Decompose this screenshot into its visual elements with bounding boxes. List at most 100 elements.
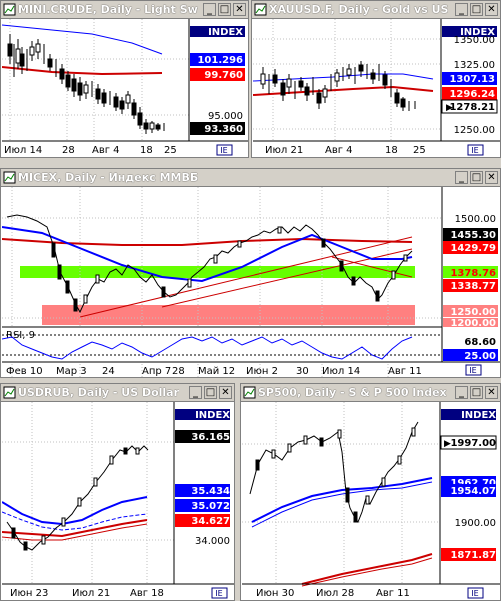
date-label: 18	[140, 145, 153, 156]
window-title: SP500, Daily - S & P 500 Index	[258, 386, 447, 399]
minimize-button[interactable]: _	[189, 386, 202, 399]
window-titlebar[interactable]: SP500, Daily - S & P 500 Index _ □ ✕	[241, 384, 500, 402]
price-chart[interactable]: INDEX 1997.00 ▶ 1962.70 1954.07 1900.00 …	[242, 402, 500, 600]
scale-toggle-icon[interactable]: IE	[471, 589, 478, 598]
date-label: 25	[164, 145, 177, 156]
date-label: Июн 2	[246, 366, 278, 377]
date-label: Апр 7	[142, 366, 171, 377]
chart-window-usdrub[interactable]: USDRUB, Daily - US Dollar _ □ ✕ INDEX 36…	[0, 383, 235, 601]
minimize-button[interactable]: _	[203, 3, 216, 16]
date-label: Июн 23	[10, 588, 48, 599]
chart-icon	[3, 3, 16, 16]
date-label: Июл 21	[72, 588, 110, 599]
maximize-button[interactable]: □	[470, 3, 483, 16]
chart-icon	[3, 386, 16, 399]
window-titlebar[interactable]: MINI.CRUDE, Daily - Light Sw _ □ ✕	[1, 1, 248, 19]
maximize-button[interactable]: □	[470, 171, 483, 184]
date-label: Июл 14	[322, 366, 360, 377]
date-label: 24	[102, 366, 115, 377]
date-label: 18	[385, 145, 398, 156]
price-chart[interactable]: INDEX 36.165 35.434 35.072 34.627 34.000…	[2, 402, 234, 600]
price-chart[interactable]: INDEX 101.296 99.760 95.000 93.360 Июл 1…	[2, 19, 248, 157]
date-label: 28	[172, 366, 185, 377]
date-label: Авг 4	[325, 145, 353, 156]
date-label: Июл 14	[4, 145, 42, 156]
minimize-button[interactable]: _	[455, 386, 468, 399]
price-label-current: 36.165	[191, 432, 230, 443]
chart-window-minicrude[interactable]: MINI.CRUDE, Daily - Light Sw _ □ ✕ INDEX…	[0, 0, 249, 158]
price-tick: 1900.00	[455, 518, 496, 529]
minimize-button[interactable]: _	[455, 3, 468, 16]
price-tick: 1250.00	[454, 125, 495, 136]
date-label: Авг 4	[92, 145, 120, 156]
price-label-red: 34.627	[191, 516, 230, 527]
maximize-button[interactable]: □	[204, 386, 217, 399]
price-label-red: 99.760	[204, 70, 243, 81]
minimize-button[interactable]: _	[455, 171, 468, 184]
price-label-blue: 35.072	[191, 501, 230, 512]
chart-window-xauusd[interactable]: XAUUSD.F, Daily - Gold vs US _ □ ✕ INDEX…	[251, 0, 501, 158]
price-label-current: 1455.30	[450, 230, 496, 241]
price-label-current: 93.360	[204, 124, 243, 135]
maximize-button[interactable]: □	[218, 3, 231, 16]
price-label-red: 1871.87	[450, 550, 496, 561]
price-tick: 34.000	[195, 536, 230, 547]
scale-toggle-icon[interactable]: IE	[215, 589, 222, 598]
date-label: Фев 10	[6, 366, 43, 377]
price-tick: 95.000	[208, 111, 243, 122]
window-title: USDRUB, Daily - US Dollar	[18, 386, 180, 399]
close-button[interactable]: ✕	[485, 3, 498, 16]
price-label-current: 1278.21	[449, 102, 495, 113]
close-button[interactable]: ✕	[485, 386, 498, 399]
chart-icon	[254, 3, 267, 16]
date-label: Май 12	[198, 366, 235, 377]
chart-icon	[243, 386, 256, 399]
target-zone	[42, 305, 415, 325]
chart-window-micex[interactable]: MICEX, Daily - Индекс ММВБ _ □ ✕ RSI, 9 …	[0, 168, 501, 378]
price-label-red: 1429.79	[450, 243, 496, 254]
date-label: 25	[413, 145, 426, 156]
price-label-blue: 35.434	[191, 486, 230, 497]
price-chart[interactable]: INDEX 1350.00 1325.00 1307.13 1296.24 12…	[253, 19, 500, 157]
scale-toggle-icon[interactable]: IE	[469, 366, 476, 375]
current-price-arrow-icon: ▶	[446, 103, 453, 113]
price-label-blue: 1954.07	[450, 486, 496, 497]
scale-toggle-icon[interactable]: IE	[471, 146, 478, 155]
price-label-red: 1338.77	[450, 281, 496, 292]
maximize-button[interactable]: □	[470, 386, 483, 399]
price-label-current: 1997.00	[450, 438, 496, 449]
index-label: INDEX	[195, 410, 230, 421]
window-titlebar[interactable]: USDRUB, Daily - US Dollar _ □ ✕	[1, 384, 234, 402]
price-label-zone: 1200.00	[450, 318, 496, 329]
current-price-arrow-icon: ▶	[444, 439, 451, 449]
date-label: 28	[62, 145, 75, 156]
window-titlebar[interactable]: MICEX, Daily - Индекс ММВБ _ □ ✕	[1, 169, 500, 187]
index-label: INDEX	[461, 410, 496, 421]
close-button[interactable]: ✕	[233, 3, 246, 16]
scale-toggle-icon[interactable]: IE	[220, 146, 227, 155]
date-label: Июл 21	[265, 145, 303, 156]
chart-icon	[3, 171, 16, 184]
price-tick: 1325.00	[454, 60, 495, 71]
date-label: Авг 18	[130, 588, 164, 599]
price-label-blue: 1307.13	[449, 74, 495, 85]
price-label-zone: 1250.00	[450, 307, 496, 318]
close-button[interactable]: ✕	[485, 171, 498, 184]
window-title: XAUUSD.F, Daily - Gold vs US	[269, 3, 449, 16]
price-label-red: 1296.24	[449, 89, 495, 100]
date-label: 30	[296, 366, 309, 377]
price-label-zone: 1378.76	[450, 268, 496, 279]
price-chart[interactable]: RSI, 9 1500.00 1455.30 1429.79 1378.76 1…	[2, 187, 500, 377]
window-title: MICEX, Daily - Индекс ММВБ	[18, 171, 199, 184]
close-button[interactable]: ✕	[219, 386, 232, 399]
price-label-blue: 101.296	[197, 55, 243, 66]
window-title: MINI.CRUDE, Daily - Light Sw	[18, 3, 198, 16]
date-label: Июн 30	[256, 588, 294, 599]
date-label: Июл 28	[316, 588, 354, 599]
price-tick: 1350.00	[454, 35, 495, 46]
rsi-value: 68.60	[464, 337, 496, 348]
chart-window-sp500[interactable]: SP500, Daily - S & P 500 Index _ □ ✕ IND…	[240, 383, 501, 601]
window-titlebar[interactable]: XAUUSD.F, Daily - Gold vs US _ □ ✕	[252, 1, 500, 19]
rsi-level: 25.00	[464, 351, 496, 362]
date-label: Мар 3	[56, 366, 87, 377]
